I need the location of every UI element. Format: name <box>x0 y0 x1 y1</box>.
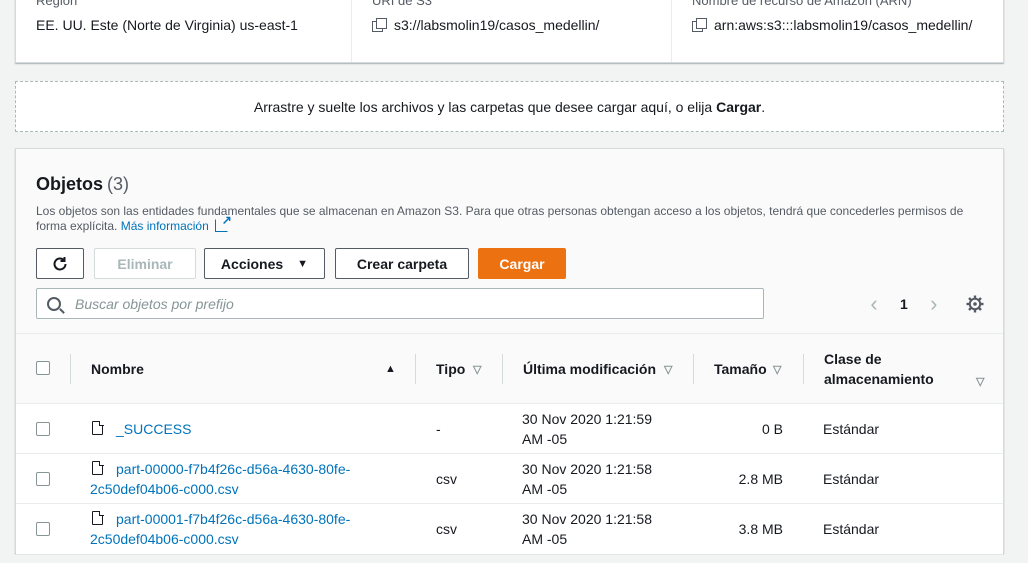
object-size: 2.8 MB <box>738 471 783 487</box>
caret-down-icon: ▼ <box>297 257 309 270</box>
object-name-link[interactable]: _SUCCESS <box>116 421 191 437</box>
modified-time-zone: AM -05 <box>522 431 568 447</box>
table-row[interactable]: part-00000-f7b4f26c-d56a-4630-80fe- 2c50… <box>16 454 1003 504</box>
object-name-cell: part-00000-f7b4f26c-d56a-4630-80fe- 2c50… <box>90 459 410 499</box>
objects-description: Los objetos son las entidades fundamenta… <box>36 204 991 234</box>
column-divider <box>502 354 503 384</box>
object-type: csv <box>436 471 457 487</box>
refresh-button[interactable] <box>36 248 84 279</box>
object-name-link-continued[interactable]: 2c50def04b06-c000.csv <box>90 531 239 547</box>
column-divider <box>415 354 416 384</box>
column-divider <box>803 354 804 384</box>
upload-dropzone[interactable]: Arrastre y suelte los archivos y las car… <box>15 81 1004 132</box>
search-input[interactable] <box>75 295 725 312</box>
modified-date: 30 Nov 2020 1:21:59 <box>522 411 652 427</box>
object-size: 3.8 MB <box>738 521 783 537</box>
uri-label: URI de S3 <box>372 0 432 8</box>
region-label: Región <box>36 0 78 8</box>
column-header-storage-class[interactable]: Clase de almacenamiento ▽ <box>824 334 994 404</box>
sort-icon: ▽ <box>664 363 673 376</box>
column-type-label: Tipo <box>436 361 466 377</box>
dropzone-upload-word: Cargar <box>716 98 762 115</box>
more-info-link[interactable]: Más información <box>121 219 209 233</box>
object-storage-class: Estándar <box>823 421 880 437</box>
column-storage-class-label: Clase de almacenamiento <box>824 349 934 389</box>
search-box <box>36 288 764 319</box>
actions-label: Acciones <box>220 255 284 272</box>
previous-page-icon[interactable]: ‹ <box>864 293 884 315</box>
actions-dropdown-button[interactable]: Acciones ▼ <box>204 248 325 279</box>
pagination: ‹ 1 › <box>864 292 944 316</box>
table-row[interactable]: part-00001-f7b4f26c-d56a-4630-80fe- 2c50… <box>16 504 1003 554</box>
column-header-size[interactable]: Tamaño ▽ <box>714 334 814 404</box>
sort-icon: ▽ <box>773 363 782 376</box>
object-name-link[interactable]: part-00000-f7b4f26c-d56a-4630-80fe- <box>90 461 350 477</box>
table-row[interactable]: _SUCCESS - 30 Nov 2020 1:21:59 AM -05 0 … <box>16 404 1003 454</box>
uri-value: s3://labsmolin19/casos_medellin/ <box>394 17 600 33</box>
sort-icon: ▽ <box>473 363 482 376</box>
arn-column: Nombre de recurso de Amazon (ARN) arn:aw… <box>671 0 1005 62</box>
copy-icon[interactable] <box>372 18 387 32</box>
row-checkbox[interactable] <box>36 472 50 486</box>
file-icon <box>92 420 104 435</box>
delete-button[interactable]: Eliminar <box>94 248 196 279</box>
uri-value-row: s3://labsmolin19/casos_medellin/ <box>372 17 599 33</box>
objects-panel-header: Objetos (3) Los objetos son las entidades… <box>16 149 1003 334</box>
modified-time-zone: AM -05 <box>522 481 568 497</box>
upload-button[interactable]: Cargar <box>478 248 566 279</box>
object-modified: 30 Nov 2020 1:21:58 AM -05 <box>522 509 652 549</box>
objects-title: Objetos <box>36 174 104 194</box>
column-divider <box>693 354 694 384</box>
column-header-type[interactable]: Tipo ▽ <box>436 334 506 404</box>
object-size: 0 B <box>761 421 783 437</box>
copy-icon[interactable] <box>692 18 707 32</box>
storage-class-label-line1: Clase de <box>824 351 882 367</box>
object-name-link-continued[interactable]: 2c50def04b06-c000.csv <box>90 481 239 497</box>
object-name-link[interactable]: part-00001-f7b4f26c-d56a-4630-80fe- <box>90 511 350 527</box>
select-all-checkbox[interactable] <box>36 361 50 375</box>
current-page-number[interactable]: 1 <box>900 296 908 312</box>
region-column: Región EE. UU. Este (Norte de Virginia) … <box>16 0 351 62</box>
object-name-cell: _SUCCESS <box>116 419 191 439</box>
modified-date: 30 Nov 2020 1:21:58 <box>522 461 652 477</box>
object-type: - <box>436 421 441 437</box>
column-header-name[interactable]: Nombre ▲ <box>91 334 401 404</box>
column-header-modified[interactable]: Última modificación ▽ <box>523 334 693 404</box>
arn-value: arn:aws:s3:::labsmolin19/casos_medellin/ <box>714 17 973 33</box>
storage-class-label-line2: almacenamiento <box>824 371 934 387</box>
sort-ascending-icon: ▲ <box>385 363 396 375</box>
column-name-label: Nombre <box>91 361 144 377</box>
dropzone-text: Arrastre y suelte los archivos y las car… <box>253 98 713 115</box>
object-modified: 30 Nov 2020 1:21:59 AM -05 <box>522 409 652 449</box>
uri-column: URI de S3 s3://labsmolin19/casos_medelli… <box>351 0 671 62</box>
arn-label: Nombre de recurso de Amazon (ARN) <box>692 0 912 8</box>
column-divider <box>70 354 71 384</box>
next-page-icon[interactable]: › <box>924 293 944 315</box>
column-size-label: Tamaño <box>714 361 767 377</box>
dropzone-period: . <box>761 98 766 115</box>
external-link-icon <box>214 213 232 232</box>
refresh-icon <box>53 256 67 270</box>
objects-title-row: Objetos (3) <box>36 174 129 195</box>
modified-time-zone: AM -05 <box>522 531 568 547</box>
column-modified-label: Última modificación <box>523 361 657 377</box>
row-checkbox[interactable] <box>36 422 50 436</box>
search-icon <box>47 296 61 311</box>
object-storage-class: Estándar <box>823 521 880 537</box>
sort-icon: ▽ <box>976 376 985 388</box>
region-value: EE. UU. Este (Norte de Virginia) us-east… <box>36 17 298 33</box>
object-name-cell: part-00001-f7b4f26c-d56a-4630-80fe- 2c50… <box>90 509 410 549</box>
modified-date: 30 Nov 2020 1:21:58 <box>522 511 652 527</box>
object-storage-class: Estándar <box>823 471 880 487</box>
objects-table-header: Nombre ▲ Tipo ▽ Última modificación ▽ Ta… <box>16 334 1003 404</box>
object-modified: 30 Nov 2020 1:21:58 AM -05 <box>522 459 652 499</box>
arn-value-row: arn:aws:s3:::labsmolin19/casos_medellin/ <box>692 17 972 33</box>
create-folder-button[interactable]: Crear carpeta <box>335 248 469 279</box>
bucket-summary-card: Región EE. UU. Este (Norte de Virginia) … <box>15 0 1004 63</box>
row-checkbox[interactable] <box>36 522 50 536</box>
object-type: csv <box>436 521 457 537</box>
objects-panel: Objetos (3) Los objetos son las entidades… <box>15 148 1004 554</box>
objects-count: (3) <box>107 174 130 194</box>
gear-icon[interactable] <box>966 295 984 313</box>
